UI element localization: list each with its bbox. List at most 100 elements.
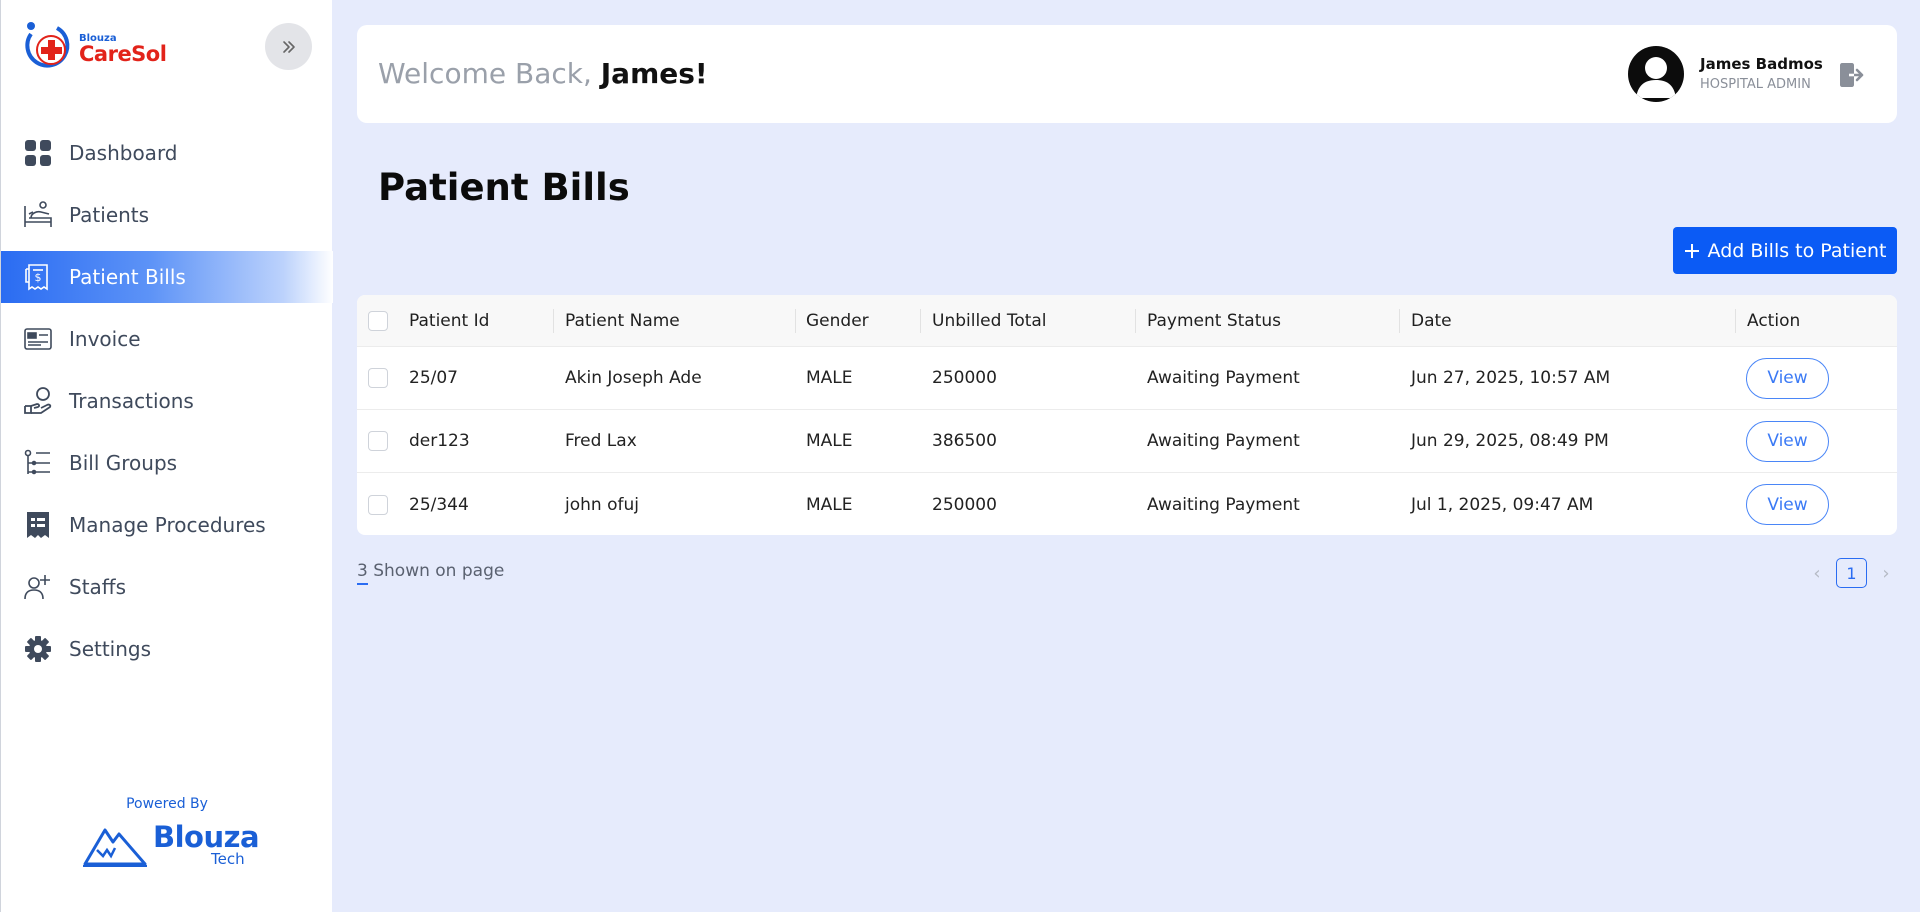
invoice-icon <box>23 324 53 354</box>
cell-unbilled-total: 250000 <box>932 494 997 515</box>
sidebar-item-label: Transactions <box>69 389 194 413</box>
staff-add-icon <box>23 572 53 602</box>
sidebar-item-label: Settings <box>69 637 152 661</box>
next-page-button[interactable]: › <box>1877 563 1895 584</box>
welcome-message: Welcome Back, James! <box>378 57 708 90</box>
select-all-checkbox[interactable] <box>368 310 388 331</box>
page-number-button[interactable]: 1 <box>1836 558 1867 588</box>
sidebar-item-patient-bills[interactable]: $ Patient Bills <box>1 251 333 303</box>
blouza-brand-sub: Tech <box>211 850 245 868</box>
bill-receipt-icon: $ <box>23 262 53 292</box>
header-date[interactable]: Date <box>1411 295 1452 346</box>
hand-coins-icon <box>23 386 53 416</box>
cell-date: Jun 27, 2025, 10:57 AM <box>1411 368 1611 388</box>
sidebar-item-label: Patients <box>69 203 150 227</box>
sidebar-item-staffs[interactable]: Staffs <box>1 561 333 613</box>
sidebar-item-label: Staffs <box>69 575 126 599</box>
add-bills-button[interactable]: Add Bills to Patient <box>1673 227 1897 274</box>
add-bills-label: Add Bills to Patient <box>1707 239 1887 262</box>
avatar[interactable] <box>1628 46 1684 102</box>
caresol-logo-icon <box>25 22 70 68</box>
row-checkbox[interactable] <box>368 431 388 451</box>
header-unbilled-total[interactable]: Unbilled Total <box>932 295 1047 346</box>
blouza-brand-name: Blouza <box>153 820 260 854</box>
procedures-receipt-icon <box>23 510 53 540</box>
collapse-sidebar-button[interactable] <box>265 23 312 70</box>
svg-text:$: $ <box>35 271 42 284</box>
cell-payment-status: Awaiting Payment <box>1147 368 1300 388</box>
sidebar-item-transactions[interactable]: Transactions <box>1 375 333 427</box>
cell-patient-name: john ofuj <box>565 494 639 515</box>
list-groups-icon <box>23 448 53 478</box>
caresol-logo[interactable]: Blouza CareSol <box>23 20 173 72</box>
cell-payment-status: Awaiting Payment <box>1147 494 1300 515</box>
cell-payment-status: Awaiting Payment <box>1147 431 1300 451</box>
cell-gender: MALE <box>806 368 853 388</box>
sidebar-nav: Dashboard Patients $ Patient Bills Invoi… <box>1 127 333 685</box>
row-select-cell <box>368 410 388 472</box>
sidebar-item-manage-procedures[interactable]: Manage Procedures <box>1 499 333 551</box>
cell-gender: MALE <box>806 494 853 515</box>
pagination: ‹ 1 › <box>1808 558 1895 588</box>
header-action: Action <box>1747 310 1801 331</box>
logout-button[interactable] <box>1837 61 1865 89</box>
logout-icon <box>1840 63 1864 87</box>
page-title: Patient Bills <box>378 166 630 209</box>
column-divider <box>795 309 796 333</box>
shown-on-page: 3 Shown on page <box>357 561 505 585</box>
sidebar-item-patients[interactable]: Patients <box>1 189 333 241</box>
cell-patient-name: Akin Joseph Ade <box>565 368 702 388</box>
sidebar-item-dashboard[interactable]: Dashboard <box>1 127 333 179</box>
cell-date: Jun 29, 2025, 08:49 PM <box>1411 431 1609 451</box>
top-header: Welcome Back, James! James Badmos HOSPIT… <box>357 25 1897 123</box>
sidebar-item-label: Manage Procedures <box>69 513 266 537</box>
dashboard-grid-icon <box>23 138 53 168</box>
table-header-row: Patient Id Patient Name Gender Unbilled … <box>357 295 1897 347</box>
row-select-cell <box>368 473 388 535</box>
mountain-logo-icon <box>83 828 147 867</box>
cell-patient-id: 25/07 <box>409 368 458 388</box>
patient-bed-icon <box>23 200 53 230</box>
logo-brand-text: CareSol <box>79 42 167 66</box>
cell-patient-id: der123 <box>409 431 470 451</box>
header-payment-status[interactable]: Payment Status <box>1147 295 1281 346</box>
sidebar-item-label: Patient Bills <box>69 265 186 289</box>
blouza-tech-logo: Blouza Tech <box>83 820 260 870</box>
table-row: 25/344 john ofuj MALE 250000 Awaiting Pa… <box>357 473 1897 535</box>
prev-page-button[interactable]: ‹ <box>1808 563 1826 584</box>
view-button[interactable]: View <box>1746 357 1829 399</box>
sidebar-item-invoice[interactable]: Invoice <box>1 313 333 365</box>
cell-unbilled-total: 386500 <box>932 431 997 451</box>
chevrons-right-icon <box>282 40 295 53</box>
sidebar-item-label: Dashboard <box>69 141 178 165</box>
cell-patient-name: Fred Lax <box>565 431 637 451</box>
header-patient-name[interactable]: Patient Name <box>565 295 680 346</box>
row-checkbox[interactable] <box>368 494 388 515</box>
cell-gender: MALE <box>806 431 853 451</box>
sidebar-item-label: Invoice <box>69 327 141 351</box>
column-divider <box>1399 309 1400 333</box>
view-button[interactable]: View <box>1746 484 1829 525</box>
header-patient-id[interactable]: Patient Id <box>409 295 489 346</box>
plus-icon <box>1684 243 1699 258</box>
cell-unbilled-total: 250000 <box>932 368 997 388</box>
welcome-prefix: Welcome Back, <box>378 57 601 90</box>
sidebar: Blouza CareSol Dashboard Patients $ Pati… <box>0 0 333 912</box>
view-button[interactable]: View <box>1746 420 1829 462</box>
bills-table: Patient Id Patient Name Gender Unbilled … <box>357 295 1897 535</box>
row-checkbox[interactable] <box>368 368 388 388</box>
select-all-cell <box>368 295 388 346</box>
user-avatar-icon <box>1636 57 1676 98</box>
column-divider <box>1735 309 1736 333</box>
table-row: 25/07 Akin Joseph Ade MALE 250000 Awaiti… <box>357 347 1897 410</box>
shown-count: 3 <box>357 561 368 585</box>
cell-action: View <box>1746 473 1829 535</box>
cell-action: View <box>1746 410 1829 472</box>
header-gender[interactable]: Gender <box>806 295 869 346</box>
column-divider <box>1135 309 1136 333</box>
sidebar-item-settings[interactable]: Settings <box>1 623 333 675</box>
sidebar-item-bill-groups[interactable]: Bill Groups <box>1 437 333 489</box>
cell-action: View <box>1746 347 1829 409</box>
shown-label: Shown on page <box>367 561 505 581</box>
powered-by-label: Powered By <box>126 796 208 812</box>
